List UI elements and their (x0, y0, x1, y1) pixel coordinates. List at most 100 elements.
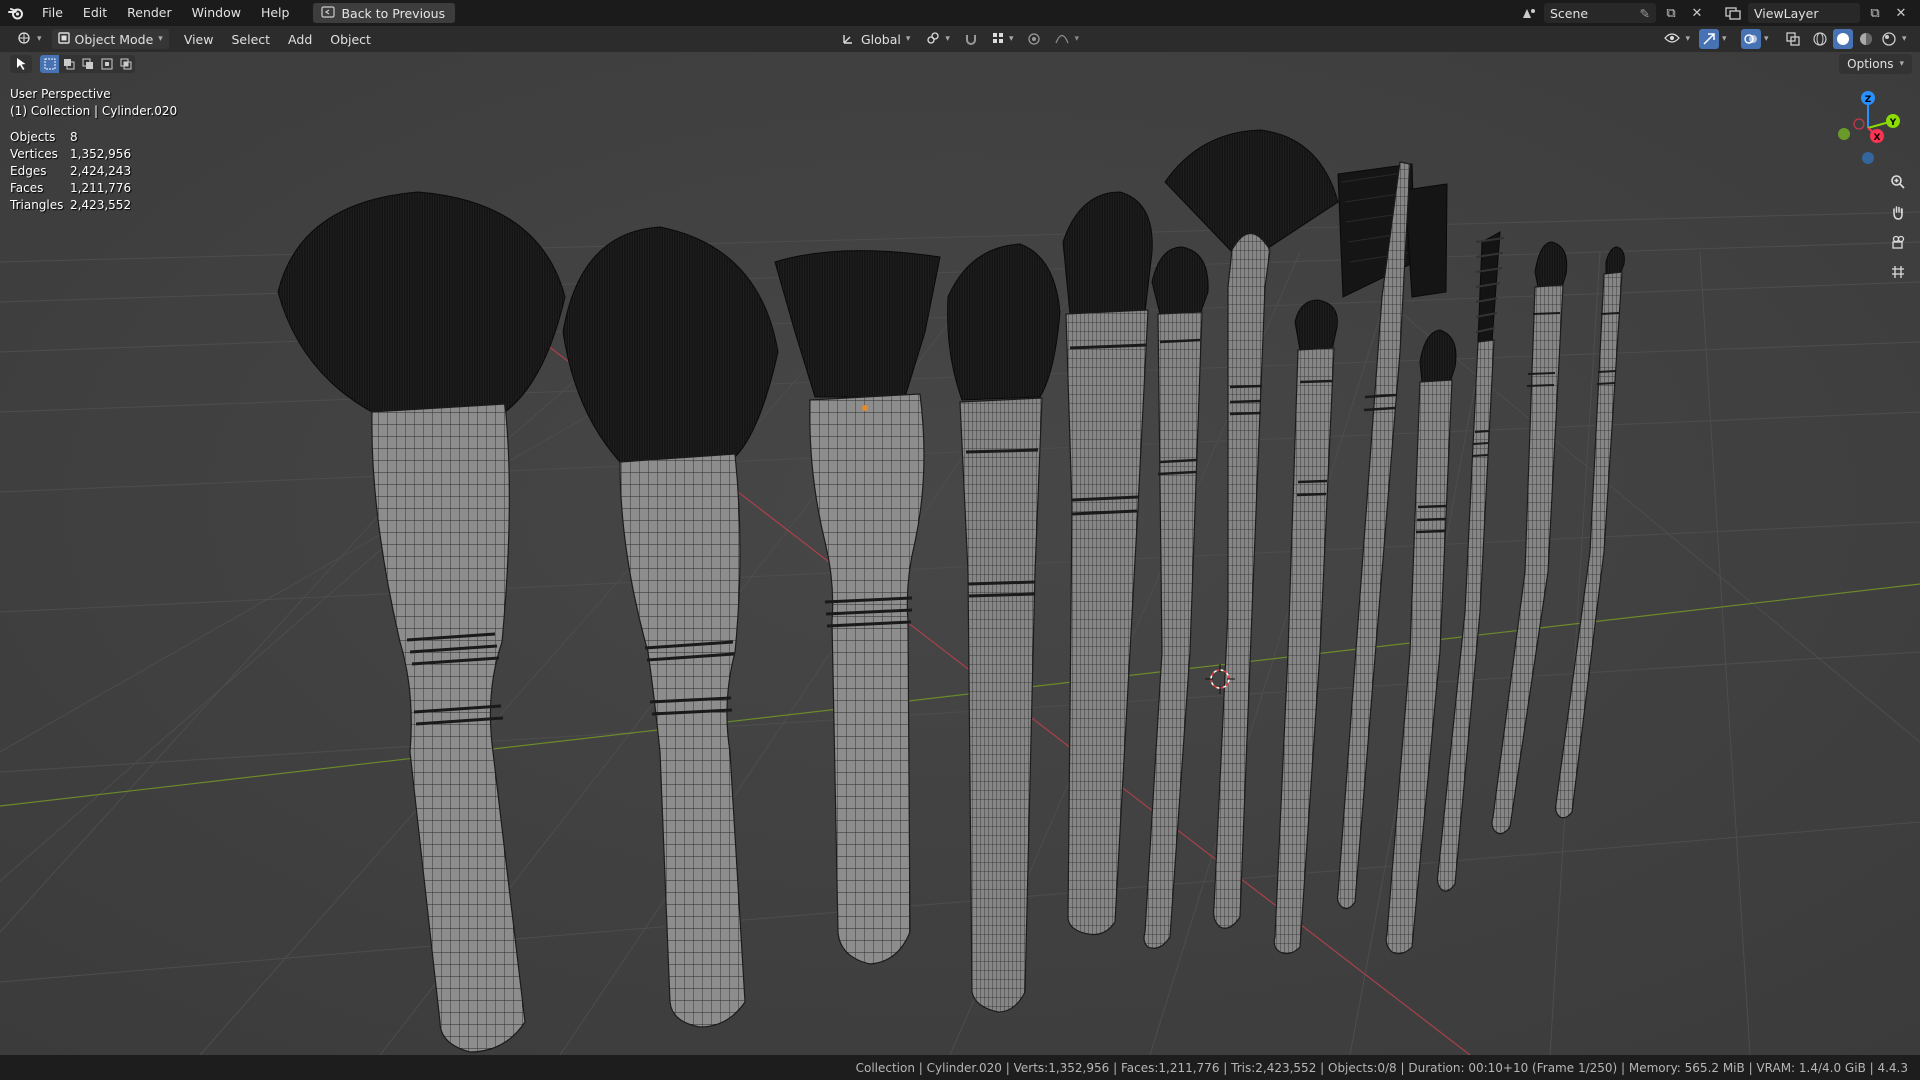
chevron-down-icon: ▾ (37, 34, 42, 44)
back-to-previous-label: Back to Previous (341, 5, 446, 21)
select-intersect-icon[interactable] (116, 55, 135, 73)
visibility-dropdown[interactable]: ▾ (1658, 29, 1696, 49)
options-label: Options (1847, 57, 1894, 71)
chevron-down-icon[interactable]: ▾ (1902, 34, 1912, 44)
gizmo-y-label: Y (1889, 118, 1897, 128)
scene-name: Scene (1550, 5, 1589, 21)
rendered-shading-icon[interactable] (1879, 29, 1899, 49)
orientation-label: Global (861, 31, 901, 47)
stat-row-vertices: Vertices 1,352,956 (10, 146, 177, 163)
chevron-down-icon: ▾ (158, 34, 163, 44)
menu-file[interactable]: File (32, 0, 73, 26)
view-layer-type-icon[interactable] (1722, 3, 1744, 23)
stat-row-triangles: Triangles 2,423,552 (10, 197, 177, 214)
gizmo-z-label: Z (1865, 95, 1872, 105)
select-tool-icon[interactable] (10, 55, 32, 73)
menu-view[interactable]: View (175, 32, 223, 47)
scene-statistics: Objects 8 Vertices 1,352,956 Edges 2,424… (10, 129, 177, 214)
chevron-down-icon: ▾ (1074, 34, 1079, 44)
top-menu-bar: File Edit Render Window Help Back to Pre… (0, 0, 1920, 26)
pivot-point-dropdown[interactable]: ▾ (920, 29, 956, 49)
options-dropdown[interactable]: Options ▾ (1839, 54, 1912, 74)
menu-render[interactable]: Render (117, 0, 182, 26)
blender-logo-icon[interactable] (0, 0, 32, 26)
stat-value: 8 (70, 130, 78, 144)
object-mode-icon (57, 31, 70, 47)
mode-selector[interactable]: Object Mode ▾ (51, 29, 169, 49)
camera-view-icon[interactable] (1886, 230, 1910, 254)
delete-view-layer-icon[interactable]: ✕ (1890, 3, 1912, 23)
view-name: User Perspective (10, 87, 111, 101)
navigation-gizmo[interactable]: Z Y X (1828, 86, 1908, 166)
status-info: Collection | Cylinder.020 | Verts:1,352,… (855, 1060, 1908, 1075)
gizmo-toggle-icon[interactable] (1699, 29, 1719, 49)
stat-label: Objects (10, 130, 56, 144)
menu-add[interactable]: Add (279, 32, 321, 47)
neg-z-axis-handle (1862, 152, 1874, 164)
new-scene-icon[interactable]: ⧉ (1660, 3, 1682, 23)
stat-value: 2,423,552 (70, 198, 132, 212)
overlays-toggle-icon[interactable] (1741, 29, 1761, 49)
viewport-header: ▾ Object Mode ▾ View Select Add Object G… (0, 26, 1920, 52)
stat-value: 1,352,956 (70, 147, 132, 161)
menu-window[interactable]: Window (182, 0, 251, 26)
active-object: (1) Collection | Cylinder.020 (10, 104, 178, 118)
snap-toggle-icon[interactable] (960, 29, 982, 49)
stat-label: Edges (10, 164, 47, 178)
view-layer-name: ViewLayer (1754, 5, 1819, 21)
orthographic-grid-icon[interactable] (1886, 260, 1910, 284)
new-view-layer-icon[interactable]: ⧉ (1864, 3, 1886, 23)
stat-label: Vertices (10, 147, 58, 161)
falloff-icon (1055, 32, 1070, 47)
editor-type-icon (16, 31, 32, 48)
zoom-icon[interactable] (1886, 170, 1910, 194)
scene-type-icon[interactable] (1518, 3, 1540, 23)
select-subtract-icon[interactable] (78, 55, 97, 73)
pan-hand-icon[interactable] (1886, 200, 1910, 224)
3d-viewport[interactable]: Options ▾ User Perspective (1) Collectio… (0, 52, 1920, 1055)
status-bar: Collection | Cylinder.020 | Verts:1,352,… (0, 1055, 1920, 1080)
xray-toggle-icon[interactable] (1783, 29, 1803, 49)
chevron-down-icon[interactable]: ▾ (1764, 34, 1774, 44)
material-preview-icon[interactable] (1856, 29, 1876, 49)
snap-grid-icon (992, 32, 1004, 47)
stat-row-objects: Objects 8 (10, 129, 177, 146)
pivot-icon (926, 31, 940, 48)
stat-value: 2,424,243 (70, 164, 132, 178)
menu-select[interactable]: Select (222, 32, 279, 47)
viewport-text-overlay: User Perspective (1) Collection | Cylind… (10, 86, 177, 214)
solid-shading-icon[interactable] (1833, 29, 1853, 49)
scene-selector[interactable]: Scene ✎ (1544, 3, 1656, 23)
proportional-editing-icon[interactable] (1023, 29, 1045, 49)
stat-label: Triangles (10, 198, 64, 212)
select-invert-icon[interactable] (97, 55, 116, 73)
chevron-down-icon[interactable]: ▾ (1722, 34, 1732, 44)
select-new-icon[interactable] (40, 55, 59, 73)
viewport-background (0, 52, 1920, 1055)
pin-icon[interactable]: ✎ (1640, 6, 1650, 21)
menu-help[interactable]: Help (251, 0, 300, 26)
neg-y-axis-handle (1838, 128, 1850, 140)
selection-mode-group (40, 55, 135, 73)
neg-x-axis-handle (1853, 118, 1865, 130)
stat-value: 1,211,776 (70, 181, 132, 195)
back-to-previous-button[interactable]: Back to Previous (313, 3, 456, 23)
view-layer-selector[interactable]: ViewLayer (1748, 3, 1860, 23)
eye-icon (1664, 32, 1681, 47)
snap-target-dropdown[interactable]: ▾ (986, 29, 1020, 49)
chevron-down-icon: ▾ (1008, 34, 1014, 44)
transform-orientation-dropdown[interactable]: Global ▾ (836, 29, 916, 49)
stat-row-faces: Faces 1,211,776 (10, 180, 177, 197)
menu-edit[interactable]: Edit (73, 0, 117, 26)
delete-scene-icon[interactable]: ✕ (1686, 3, 1708, 23)
stat-label: Faces (10, 181, 44, 195)
back-icon (321, 5, 336, 21)
proportional-falloff-dropdown[interactable]: ▾ (1049, 29, 1085, 49)
editor-type-dropdown[interactable]: ▾ (10, 29, 48, 49)
select-extend-icon[interactable] (59, 55, 78, 73)
gizmo-x-label: X (1874, 133, 1881, 143)
chevron-down-icon: ▾ (945, 34, 950, 44)
menu-object[interactable]: Object (321, 32, 380, 47)
wireframe-shading-icon[interactable] (1810, 29, 1830, 49)
mode-label: Object Mode (74, 31, 154, 47)
